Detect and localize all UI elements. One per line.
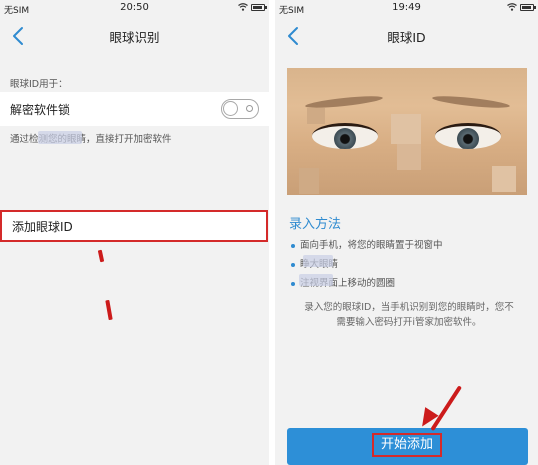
bullet-icon [291,281,295,286]
battery-icon [520,3,536,11]
smudge-overlay [299,274,333,286]
section-label: 眼球ID用于： [10,79,68,90]
page-title: 眼球ID [387,30,426,45]
method-step: 面向手机，将您的眼睛置于视窗中 [291,237,443,251]
status-time: 19:49 [392,2,421,13]
status-bar: 无SIM 20:50 [0,0,269,18]
method-title: 录入方法 [289,217,342,232]
note-text-line: 录入您的眼球ID，当手机识别到您的眼睛时，您不 [304,302,514,313]
start-add-label: 开始添加 [372,433,442,457]
bullet-icon [291,262,295,267]
smudge-overlay [38,131,82,144]
right-screen: 无SIM 19:49 眼球ID 录入方法 面向手机，将您的眼睛置于视窗中 注视界… [275,0,538,465]
add-eye-id-label: 添加眼球ID [12,220,73,234]
nav-bar: 眼球识别 [0,18,269,54]
wifi-icon [238,3,248,11]
unlock-software-row[interactable]: 解密软件锁 [0,92,269,126]
status-bar: 无SIM 19:49 [275,0,538,18]
nav-bar: 眼球ID [275,18,538,54]
annotation-mark [105,299,113,321]
note-text-line: 需要输入密码打开i管家加密软件。 [336,317,482,328]
left-screen: 无SIM 20:50 眼球识别 眼球ID用于： 解密软件锁 通过检测您的眼睛，直… [0,0,269,465]
page-title: 眼球识别 [109,30,160,45]
unlock-toggle[interactable] [221,99,259,119]
add-eye-id-row[interactable]: 添加眼球ID [0,210,268,242]
annotation-mark [97,249,105,263]
wifi-icon [507,3,517,11]
bullet-icon [291,243,295,248]
status-time: 20:50 [120,2,149,13]
unlock-description: 通过检测您的眼睛，直接打开加密软件 [10,134,172,145]
unlock-software-label: 解密软件锁 [10,103,71,117]
eyes-image [287,68,527,195]
smudge-overlay [303,255,333,267]
battery-icon [251,3,267,11]
start-add-button[interactable]: 开始添加 [287,428,528,465]
